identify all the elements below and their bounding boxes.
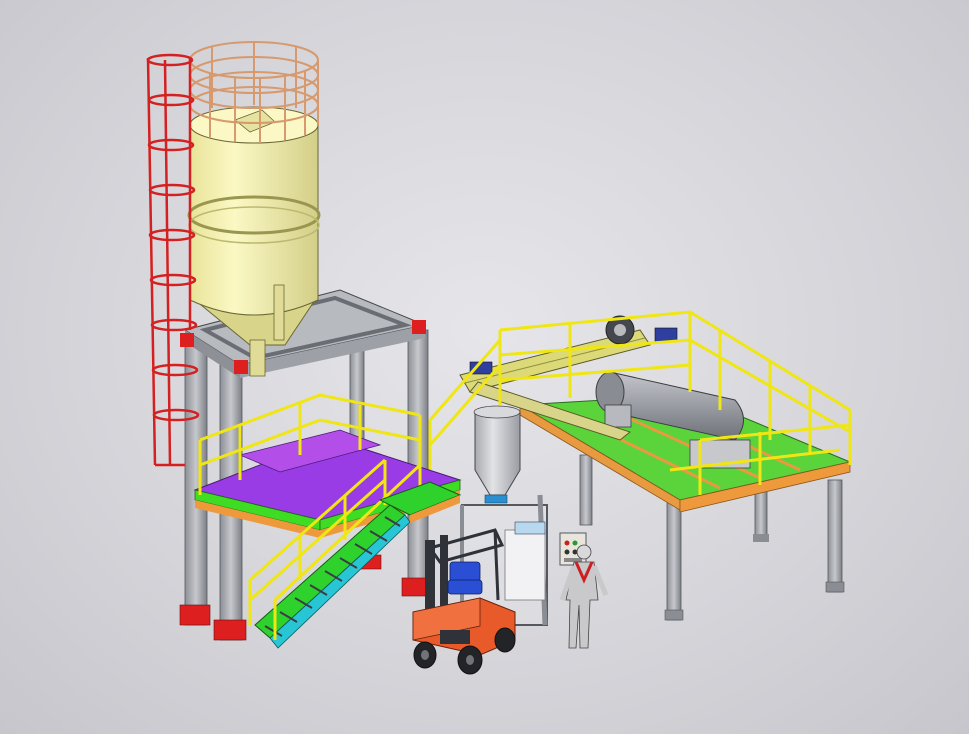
bulk-bag <box>504 529 546 601</box>
cad-3d-viewport <box>0 0 969 734</box>
hopper <box>473 405 521 504</box>
industrial-plant-3d-model <box>146 41 852 675</box>
